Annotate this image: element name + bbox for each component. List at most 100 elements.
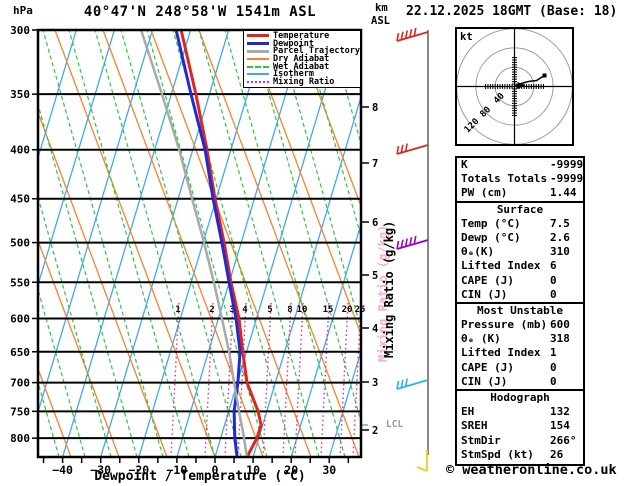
table-row: Lifted Index 1 xyxy=(457,346,583,360)
table-row: EH 132 xyxy=(457,405,583,419)
table-row: Totals Totals -9999 xyxy=(457,172,583,186)
height-axis-unit: km xyxy=(375,2,388,14)
mixing-ratio-label: 4 xyxy=(242,305,248,315)
row-label: Temp (°C) xyxy=(461,216,521,230)
pressure-tick-label: 500 xyxy=(10,237,30,250)
page-title: 40°47'N 248°58'W 1541m ASL xyxy=(83,4,317,20)
row-label: StmSpd (kt) xyxy=(461,447,534,461)
row-value: -9999 xyxy=(550,158,584,171)
mixing-ratio-label: 1 xyxy=(175,305,180,315)
table-row: θₑ (K) 318 xyxy=(457,332,583,346)
run-datetime-label: 22.12.2025 18GMT (Base: 18) xyxy=(406,4,618,19)
wind-barb xyxy=(396,235,429,250)
pressure-axis-unit: hPa xyxy=(13,4,33,17)
row-value: 266° xyxy=(550,433,577,447)
pressure-tick-label: 450 xyxy=(10,193,30,206)
table-row: StmDir 266° xyxy=(457,434,583,448)
table-row: PW (cm) 1.44 xyxy=(457,186,583,200)
row-value: 2.6 xyxy=(550,230,570,244)
table-row: StmSpd (kt) 26 xyxy=(457,448,583,462)
legend-swatch-solid xyxy=(247,57,269,60)
table-row: CIN (J) 0 xyxy=(457,375,583,389)
row-value: 1.44 xyxy=(550,186,577,200)
legend-swatch-dotted xyxy=(247,81,269,84)
legend-item: Mixing Ratio xyxy=(247,78,360,86)
table-row: K -9999 xyxy=(457,158,583,172)
pressure-tick-label: 600 xyxy=(10,312,30,325)
row-value: 0 xyxy=(550,273,557,287)
legend-box: Temperature Dewpoint Parcel Trajectory Dry … xyxy=(243,30,361,88)
table-row: CIN (J) 0 xyxy=(457,288,583,302)
height-axis-unit-asl: ASL xyxy=(371,15,390,27)
row-label: CAPE (J) xyxy=(461,360,514,374)
row-label: PW (cm) xyxy=(461,186,508,200)
legend-swatch-solid xyxy=(247,34,269,38)
row-value: 0 xyxy=(550,374,557,388)
pressure-tick-label: 550 xyxy=(10,276,30,289)
hodograph-unit-label: kt xyxy=(460,31,473,43)
table-section-header: Hodograph xyxy=(457,389,583,405)
row-value: 6 xyxy=(550,259,557,273)
row-value: 26 xyxy=(550,447,564,461)
height-km-tick-label: 2 xyxy=(372,425,378,437)
table-row: Lifted Index 6 xyxy=(457,259,583,273)
row-label: Totals Totals xyxy=(461,172,548,186)
row-label: Lifted Index xyxy=(461,346,541,360)
row-label: EH xyxy=(461,405,475,419)
row-label: StmDir xyxy=(461,433,501,447)
wind-barb xyxy=(416,450,428,472)
row-value: 318 xyxy=(550,332,570,346)
mixing-ratio-label: 15 xyxy=(323,305,334,315)
height-km-tick-label: 8 xyxy=(372,102,378,114)
table-row: θₑ(K) 310 xyxy=(457,245,583,259)
row-value: 154 xyxy=(550,419,570,433)
table-row: Temp (°C) 7.5 xyxy=(457,217,583,231)
skewt-sounding-app: 300 350 400 450 500 550 600 650 700 750 800 −40 −30−… xyxy=(0,0,629,486)
row-value: 7.5 xyxy=(550,216,570,230)
wind-barb-column xyxy=(396,27,429,472)
pressure-tick-label: 300 xyxy=(10,24,30,37)
wind-barb xyxy=(396,378,429,390)
mixing-ratio-label: 5 xyxy=(267,305,272,315)
hodograph-trace-end-marker xyxy=(542,73,547,78)
indices-table: K -9999 Totals Totals -9999 PW (cm) 1.44 Surfa… xyxy=(455,156,585,466)
watermark-copyright: © weatheronline.co.uk xyxy=(446,462,617,478)
row-label: K xyxy=(461,158,468,171)
legend-label: Mixing Ratio xyxy=(273,77,335,88)
legend-swatch-solid xyxy=(247,73,269,76)
pressure-tick-label: 350 xyxy=(10,88,30,101)
row-label: CIN (J) xyxy=(461,287,508,301)
mixing-ratio-label: 2 xyxy=(209,305,214,315)
mixing-ratio-label: 10 xyxy=(297,305,308,315)
mixing-ratio-axis-label: Mixing Ratio (g/kg) xyxy=(382,220,396,358)
table-section-header: Most Unstable xyxy=(457,301,583,318)
pressure-tick-label: 750 xyxy=(10,405,30,418)
pressure-tick-label: 400 xyxy=(10,144,30,157)
row-label: CIN (J) xyxy=(461,374,508,388)
row-label: CAPE (J) xyxy=(461,273,514,287)
table-section-header: Surface xyxy=(457,200,583,217)
row-label: Dewp (°C) xyxy=(461,230,521,244)
mixing-ratio-label: 8 xyxy=(287,305,292,315)
table-row: SREH 154 xyxy=(457,419,583,433)
hodograph-inner: 4080120 xyxy=(456,28,573,145)
hodograph: 4080120 xyxy=(455,27,574,146)
table-row: CAPE (J) 0 xyxy=(457,274,583,288)
pressure-tick-label: 650 xyxy=(10,346,30,359)
pressure-tick-label: 700 xyxy=(10,377,30,390)
lcl-marker-label: LCL xyxy=(386,419,404,430)
table-row: Dewp (°C) 2.6 xyxy=(457,231,583,245)
legend-swatch-dashed xyxy=(247,65,269,68)
row-value: 0 xyxy=(550,360,557,374)
wind-barb xyxy=(396,143,429,155)
row-label: Pressure (mb) xyxy=(461,318,548,332)
legend-swatch-solid xyxy=(247,49,269,53)
hodograph-ring-label: 40 xyxy=(492,91,507,106)
height-km-tick-label: 7 xyxy=(372,158,378,170)
table-row: Pressure (mb) 600 xyxy=(457,318,583,332)
row-value: -9999 xyxy=(550,172,584,186)
pressure-tick-label: 800 xyxy=(10,432,30,445)
row-value: 310 xyxy=(550,245,570,259)
row-value: 0 xyxy=(550,287,557,301)
row-value: 600 xyxy=(550,318,570,332)
